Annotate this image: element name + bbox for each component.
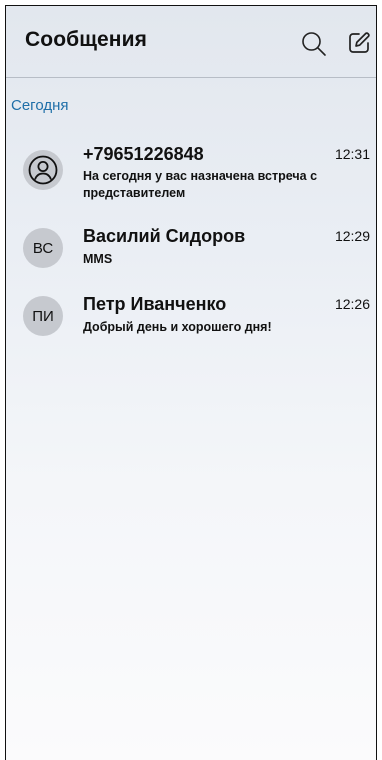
app-header: Сообщения	[6, 6, 376, 78]
person-icon	[28, 155, 58, 185]
conversation-item[interactable]: ПИ Петр Иванченко 12:26 Добрый день и хо…	[6, 288, 376, 350]
compose-icon	[349, 32, 370, 53]
conversation-item[interactable]: +79651226848 12:31 На сегодня у вас назн…	[6, 138, 376, 200]
message-preview: MMS	[83, 252, 113, 266]
avatar: ВС	[23, 228, 63, 268]
avatar	[23, 150, 63, 190]
compose-button[interactable]	[346, 30, 372, 56]
messages-screen: Сообщения Сегодня +79651226848 12:31 На …	[5, 5, 377, 760]
search-icon	[302, 32, 326, 56]
search-button[interactable]	[300, 30, 328, 58]
avatar-initials: ВС	[32, 239, 54, 257]
contact-name: +79651226848	[83, 144, 204, 164]
message-time: 12:26	[334, 296, 370, 312]
conversation-item[interactable]: ВС Василий Сидоров 12:29 MMS	[6, 220, 376, 282]
message-time: 12:29	[334, 228, 370, 244]
message-time: 12:31	[334, 146, 370, 162]
contact-name: Василий Сидоров	[83, 226, 246, 246]
page-title: Сообщения	[25, 28, 147, 51]
contact-name: Петр Иванченко	[83, 294, 227, 314]
message-preview: Добрый день и хорошего дня!	[83, 320, 272, 334]
section-label-today: Сегодня	[11, 97, 69, 114]
message-preview: На сегодня у вас назначена встреча с пре…	[83, 169, 318, 200]
avatar: ПИ	[23, 296, 63, 336]
avatar-initials: ПИ	[32, 307, 54, 325]
